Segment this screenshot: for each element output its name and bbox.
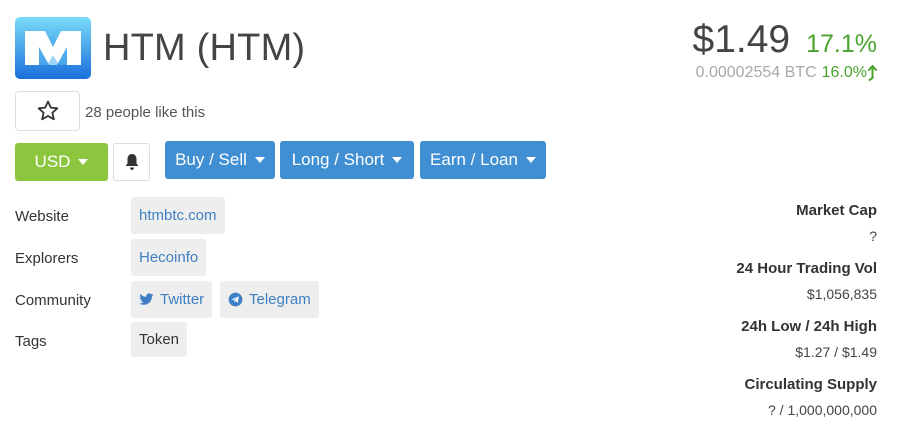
price-change-btc-value: 16.0% <box>821 64 867 81</box>
price-block: $1.49 17.1% 0.00002554 BTC 16.0% <box>692 18 877 82</box>
circulating-supply-value: ? / 1,000,000,000 <box>768 402 877 418</box>
price-usd: $1.49 <box>692 18 791 61</box>
buy-sell-label: Buy / Sell <box>175 150 247 169</box>
likes-count: 28 people like this <box>85 104 206 121</box>
website-link[interactable]: htmbtc.com <box>131 197 225 234</box>
twitter-icon <box>139 293 154 305</box>
market-stats: Market Cap ? 24 Hour Trading Vol $1,056,… <box>736 202 877 434</box>
tag-token-text: Token <box>139 331 180 348</box>
buy-sell-dropdown[interactable]: Buy / Sell <box>165 141 275 179</box>
tags-label: Tags <box>15 333 47 350</box>
community-label: Community <box>15 292 91 309</box>
price-btc: 0.00002554 BTC <box>695 64 817 81</box>
explorer-link-text: Hecoinfo <box>139 249 199 266</box>
tag-token[interactable]: Token <box>131 322 188 357</box>
long-short-label: Long / Short <box>291 150 385 169</box>
low-high-value: $1.27 / $1.49 <box>795 344 877 360</box>
price-change-usd: 17.1% <box>806 30 877 58</box>
website-label: Website <box>15 208 69 225</box>
currency-dropdown[interactable]: USD <box>15 143 108 181</box>
twitter-link[interactable]: Twitter <box>131 281 213 318</box>
caret-down-icon <box>78 159 89 165</box>
caret-down-icon <box>254 157 265 163</box>
coin-title: HTM (HTM) <box>103 27 306 69</box>
favorite-button[interactable] <box>15 91 80 131</box>
price-alert-button[interactable] <box>113 143 150 181</box>
telegram-icon <box>228 292 243 307</box>
telegram-link-text: Telegram <box>249 291 311 308</box>
star-icon <box>37 100 58 121</box>
explorer-link[interactable]: Hecoinfo <box>131 239 207 276</box>
bell-icon <box>125 154 138 170</box>
earn-loan-dropdown[interactable]: Earn / Loan <box>420 141 546 179</box>
telegram-link[interactable]: Telegram <box>220 281 319 318</box>
low-high-label: 24h Low / 24h High <box>741 318 877 335</box>
market-cap-label: Market Cap <box>796 202 877 219</box>
price-change-btc: 16.0% <box>822 64 877 82</box>
currency-label: USD <box>34 152 71 171</box>
twitter-link-text: Twitter <box>160 291 205 308</box>
arrow-up-icon <box>868 65 877 81</box>
explorers-label: Explorers <box>15 250 79 267</box>
coin-logo <box>15 17 91 79</box>
caret-down-icon <box>525 157 536 163</box>
website-link-text: htmbtc.com <box>139 207 217 224</box>
market-cap-value: ? <box>869 228 877 244</box>
circulating-supply-label: Circulating Supply <box>744 376 877 393</box>
earn-loan-label: Earn / Loan <box>430 150 518 169</box>
volume-value: $1,056,835 <box>806 286 877 302</box>
caret-down-icon <box>392 157 403 163</box>
volume-label: 24 Hour Trading Vol <box>736 260 877 277</box>
long-short-dropdown[interactable]: Long / Short <box>280 141 414 179</box>
